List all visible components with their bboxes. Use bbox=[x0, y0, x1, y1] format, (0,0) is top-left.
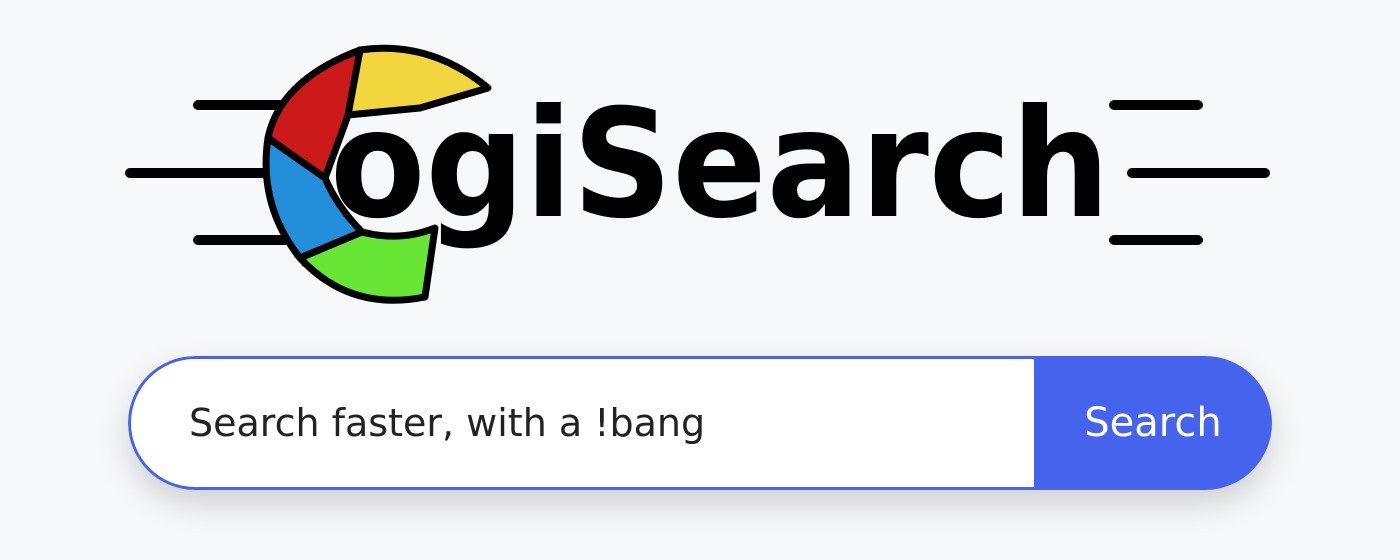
logo-wordmark: ogiSearch bbox=[330, 78, 1110, 252]
search-input[interactable] bbox=[189, 401, 989, 445]
search-bar: Search bbox=[128, 356, 1272, 490]
logo-graphic: ogiSearch bbox=[125, 44, 1270, 304]
logo: ogiSearch bbox=[0, 0, 1400, 330]
search-button[interactable]: Search bbox=[1034, 356, 1272, 490]
search-input-container bbox=[128, 356, 1034, 490]
